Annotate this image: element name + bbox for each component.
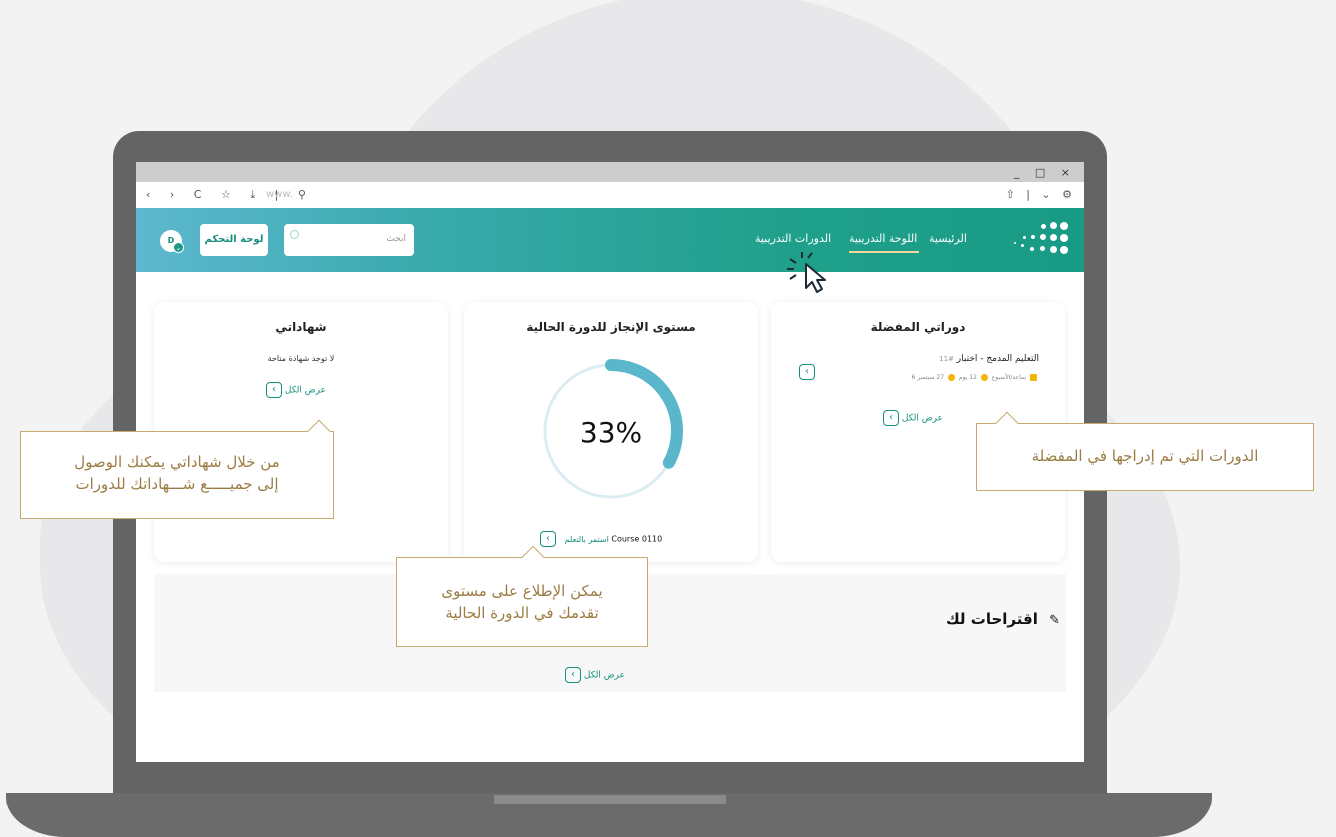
view-all-label: عرض الكل — [901, 413, 943, 424]
chevron-left-icon: ‹ — [883, 410, 899, 426]
clock-icon — [980, 374, 988, 381]
meta-duration: 12 يوم — [958, 374, 977, 381]
chevron-down-icon[interactable]: ⌄ — [173, 242, 184, 253]
window-controls[interactable]: _ □ × — [1014, 166, 1076, 179]
dashboard-button[interactable]: لوحة التحكم — [200, 224, 268, 256]
address-input[interactable]: www. — [266, 189, 293, 200]
chevron-left-icon: ‹ — [266, 382, 282, 398]
continue-learning-link[interactable]: استمر بالتعلم — [565, 535, 609, 544]
favorite-course-title[interactable]: التعليم المدمج - اختبار #11 — [934, 354, 1039, 364]
continue-learning-row[interactable]: ‹ استمر بالتعلم Course 0110 — [536, 531, 662, 547]
view-all-label: عرض الكل — [583, 670, 625, 681]
favorites-title: دوراتي المفضلة — [870, 320, 966, 334]
suggestions-view-all[interactable]: ‹ عرض الكل — [561, 667, 625, 683]
callout-progress-line1: يمكن الإطلاع على مستوى — [441, 582, 603, 600]
meta-date: 27 سبتمبر — [917, 374, 945, 381]
progress-percent: 33% — [579, 416, 643, 449]
certificates-view-all[interactable]: ‹ عرض الكل — [262, 382, 326, 398]
course-name: Course 0110 — [611, 534, 663, 544]
chevron-left-icon[interactable]: ‹ — [799, 364, 815, 380]
callout-favorites-text: الدورات التي تم إدراجها في المفضلة — [1031, 447, 1259, 465]
search-input[interactable]: ابحث — [284, 224, 414, 256]
favorite-course-number: #11 — [939, 355, 954, 363]
laptop-hinge — [494, 795, 726, 804]
cursor-click-icon — [787, 252, 826, 293]
callout-favorites: الدورات التي تم إدراجها في المفضلة — [976, 411, 1314, 491]
nav-training-board[interactable]: اللوحة التدريبية — [849, 232, 917, 245]
browser-titlebar: _ □ × — [136, 162, 1084, 182]
callout-certificates-line2: إلى جميـــــع شـــهاداتك للدورات — [75, 475, 279, 493]
calendar-icon — [1030, 374, 1037, 381]
callout-progress: يمكن الإطلاع على مستوى تقدمك في الدورة ا… — [396, 545, 648, 647]
favorite-course-meta: 6 ساعة/الأسبوع 12 يوم 27 سبتمبر — [912, 374, 1039, 381]
chevron-left-icon: ‹ — [540, 531, 556, 547]
logo-icon — [1010, 220, 1074, 260]
callout-certificates-line1: من خلال شهاداتي يمكنك الوصول — [74, 453, 280, 471]
suggestions-title-text: اقتراحات لك — [945, 610, 1038, 628]
certificates-title: شهاداتي — [275, 320, 327, 334]
pen-icon: ✎ — [1049, 613, 1060, 628]
nav-home[interactable]: الرئيسية — [929, 232, 967, 245]
progress-card: مستوى الإنجاز للدورة الحالية 33% ‹ استمر… — [464, 302, 758, 562]
progress-title: مستوى الإنجاز للدورة الحالية — [526, 320, 696, 334]
certificates-empty-text: لا توجد شهادة متاحة — [267, 354, 335, 363]
favorite-course-name: التعليم المدمج - اختبار — [956, 354, 1039, 364]
browser-address-bar: ‹ › C ☆ ⤓ | ⚲ www. ⇧ | ⌄ ⚙ — [136, 182, 1084, 208]
callout-certificates: من خلال شهاداتي يمكنك الوصول إلى جميــــ… — [20, 419, 334, 519]
suggestions-title: اقتراحات لك ✎ — [946, 610, 1060, 628]
site-header: D ⌄ لوحة التحكم ابحث الدورات التدريبية ا… — [136, 208, 1084, 272]
browser-right-icons[interactable]: ⇧ | ⌄ ⚙ — [1006, 188, 1077, 201]
chevron-left-icon: ‹ — [565, 667, 581, 683]
nav-training-courses[interactable]: الدورات التدريبية — [755, 232, 831, 245]
nav-active-indicator — [849, 251, 919, 253]
callout-progress-line2: تقدمك في الدورة الحالية — [445, 604, 599, 622]
timer-icon — [947, 374, 955, 381]
search-placeholder: ابحث — [386, 234, 406, 244]
search-icon — [290, 230, 299, 239]
favorites-view-all[interactable]: ‹ عرض الكل — [879, 410, 943, 426]
view-all-label: عرض الكل — [284, 385, 326, 396]
